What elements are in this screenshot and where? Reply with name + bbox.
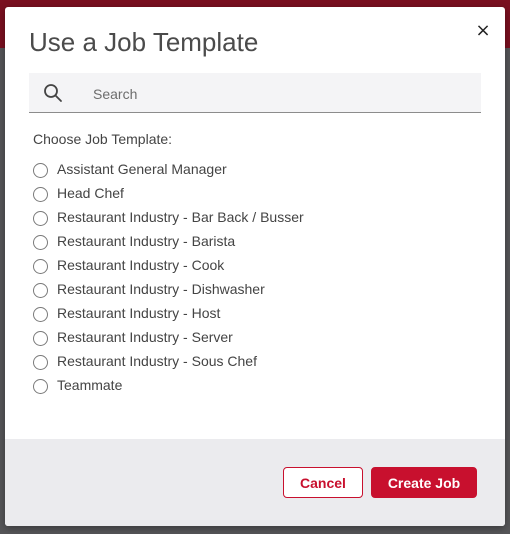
choose-template-label: Choose Job Template: xyxy=(33,131,173,147)
template-option-label: Teammate xyxy=(57,377,123,393)
radio-unchecked-icon[interactable] xyxy=(33,235,48,250)
radio-unchecked-icon[interactable] xyxy=(33,355,48,370)
template-option[interactable]: Head Chef xyxy=(33,181,473,205)
template-option[interactable]: Restaurant Industry - Host xyxy=(33,301,473,325)
radio-unchecked-icon[interactable] xyxy=(33,187,48,202)
radio-unchecked-icon[interactable] xyxy=(33,163,48,178)
radio-unchecked-icon[interactable] xyxy=(33,307,48,322)
create-job-button[interactable]: Create Job xyxy=(371,467,477,498)
radio-unchecked-icon[interactable] xyxy=(33,331,48,346)
radio-unchecked-icon[interactable] xyxy=(33,283,48,298)
search-box xyxy=(29,73,481,114)
template-radio-group: Assistant General Manager Head Chef Restau… xyxy=(33,157,473,397)
template-option-label: Restaurant Industry - Bar Back / Busser xyxy=(57,209,304,225)
dialog-footer: Cancel Create Job xyxy=(5,439,505,526)
template-option[interactable]: Restaurant Industry - Dishwasher xyxy=(33,277,473,301)
template-option-label: Restaurant Industry - Cook xyxy=(57,257,225,273)
template-option-label: Assistant General Manager xyxy=(57,161,227,177)
template-option[interactable]: Restaurant Industry - Barista xyxy=(33,229,473,253)
close-icon[interactable]: × xyxy=(473,21,493,41)
template-option[interactable]: Teammate xyxy=(33,373,473,397)
template-option[interactable]: Restaurant Industry - Cook xyxy=(33,253,473,277)
job-template-dialog: Use a Job Template × Choose Job Template… xyxy=(5,7,505,526)
radio-unchecked-icon[interactable] xyxy=(33,379,48,394)
template-option-label: Restaurant Industry - Sous Chef xyxy=(57,353,257,369)
template-option-label: Restaurant Industry - Dishwasher xyxy=(57,281,265,297)
radio-unchecked-icon[interactable] xyxy=(33,259,48,274)
search-icon xyxy=(44,84,62,102)
template-option[interactable]: Restaurant Industry - Server xyxy=(33,325,473,349)
template-option-label: Head Chef xyxy=(57,185,124,201)
radio-unchecked-icon[interactable] xyxy=(33,211,48,226)
template-option-label: Restaurant Industry - Barista xyxy=(57,233,236,249)
dialog-title: Use a Job Template xyxy=(29,27,259,57)
template-option[interactable]: Restaurant Industry - Sous Chef xyxy=(33,349,473,373)
cancel-button[interactable]: Cancel xyxy=(283,467,363,498)
template-option[interactable]: Assistant General Manager xyxy=(33,157,473,181)
search-input[interactable] xyxy=(91,73,475,114)
template-option-label: Restaurant Industry - Server xyxy=(57,329,233,345)
template-option-label: Restaurant Industry - Host xyxy=(57,305,221,321)
template-option[interactable]: Restaurant Industry - Bar Back / Busser xyxy=(33,205,473,229)
